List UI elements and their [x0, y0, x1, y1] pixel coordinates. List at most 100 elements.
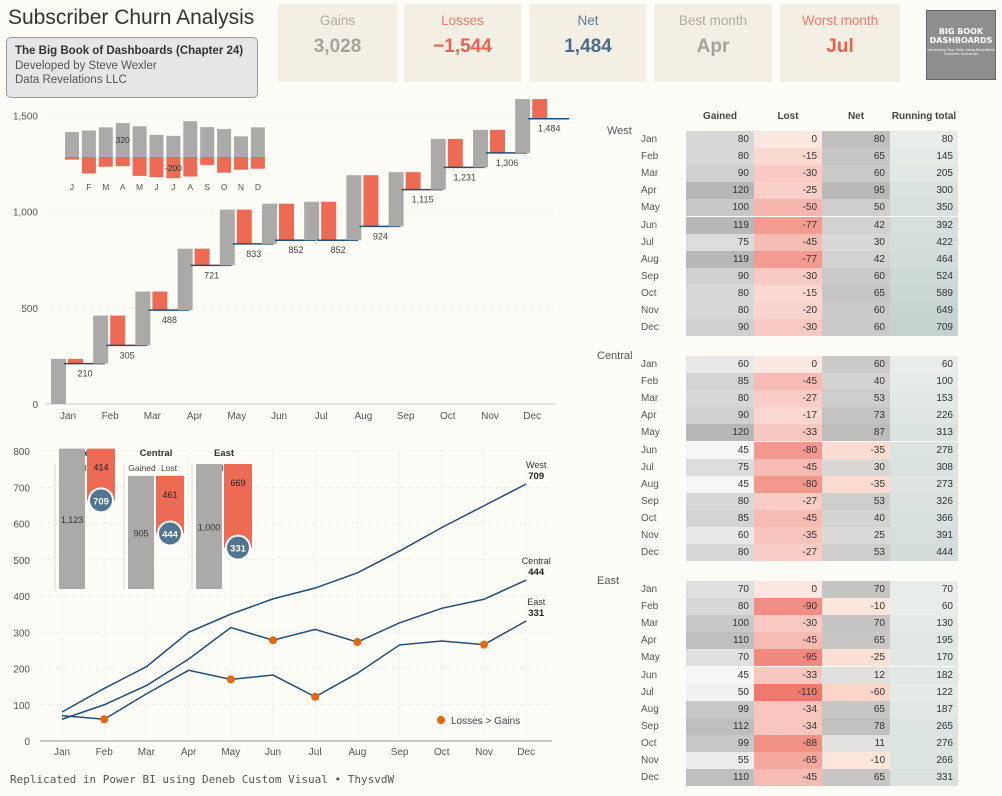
net-cell: 65 [822, 632, 890, 650]
running-total-cell: 391 [890, 527, 958, 545]
net-cell: 40 [822, 373, 890, 391]
running-total-line-chart: 0 100 200 300 400 500 600 700 800 Jan Feb Mar Apr May… [13, 447, 552, 758]
y-tick-label: 600 [13, 520, 30, 531]
x-tick-label: Jun [265, 747, 281, 758]
summary-region-name: Central [140, 448, 173, 459]
inset-tick-label: F [86, 182, 91, 192]
table-month-label: Feb [641, 601, 659, 613]
running-total-label: 305 [120, 350, 135, 360]
net-cell: 80 [822, 131, 890, 149]
table-month-label: Aug [641, 703, 659, 715]
x-tick-label: Jun [271, 411, 287, 422]
gained-cell: 90 [686, 267, 754, 285]
running-total-cell: 226 [890, 407, 958, 425]
gain-bar [346, 175, 362, 241]
inset-gain-bar [234, 136, 248, 157]
column-header: Lost [777, 111, 799, 122]
table-month-label: Mar [641, 393, 659, 405]
running-total-cell: 130 [890, 615, 958, 633]
table-month-label: Feb [641, 376, 659, 388]
inset-tick-label: J [154, 182, 158, 192]
net-cell: 53 [822, 390, 890, 408]
inset-gain-bar [250, 127, 265, 157]
y-tick-label: 1,000 [13, 208, 38, 219]
dashboard-title: Subscriber Churn Analysis [8, 6, 255, 29]
gain-bar [219, 209, 235, 266]
running-total-label: 210 [77, 369, 92, 379]
running-total-cell: 70 [890, 581, 958, 599]
kpi-gains-value: 3,028 [313, 36, 362, 57]
table-month-label: Oct [641, 512, 657, 524]
loss-bar [321, 201, 337, 241]
lost-cell: -80 [754, 441, 822, 459]
logo-line2: DASHBOARDS [929, 36, 993, 45]
book-title: The Big Book of Dashboards (Chapter 24) [15, 45, 244, 57]
lost-cell: -25 [754, 182, 822, 200]
lost-cell: -45 [754, 458, 822, 476]
table-month-label: Mar [641, 618, 659, 630]
net-cell: 60 [822, 267, 890, 285]
y-tick-label: 500 [13, 556, 30, 567]
gained-cell: 80 [686, 598, 754, 616]
running-total-cell: 266 [890, 752, 958, 770]
gained-cell: 120 [686, 182, 754, 200]
gained-cell: 90 [686, 165, 754, 183]
loss-exceeds-gain-dot [311, 692, 320, 701]
net-cell: 95 [822, 182, 890, 200]
summary-gained-label: 1,123 [61, 515, 84, 525]
x-tick-label: Sep [391, 747, 409, 758]
logo-line1: BIG BOOK [938, 27, 984, 36]
net-cell: 70 [822, 581, 890, 599]
net-cell: 73 [822, 407, 890, 425]
inset-tick-label: M [102, 182, 109, 192]
running-total-cell: 100 [890, 373, 958, 391]
series-name-label: West [526, 460, 547, 470]
running-total-label: 852 [331, 245, 346, 255]
loss-bar [490, 129, 505, 153]
y-tick-label: 700 [13, 483, 30, 494]
table-month-label: Jun [641, 444, 658, 456]
loss-bar [447, 138, 463, 168]
lost-cell: -30 [754, 165, 822, 183]
column-header: Running total [891, 111, 957, 122]
y-tick-label: 800 [13, 447, 30, 458]
inset-loss-bar [183, 157, 198, 177]
running-total-cell: 308 [890, 458, 958, 476]
x-tick-label: Jul [309, 747, 322, 758]
inset-loss-bar [149, 157, 164, 178]
lost-cell: -34 [754, 717, 822, 735]
gain-bar [304, 201, 320, 241]
gained-cell: 75 [686, 458, 754, 476]
series-line-central [61, 579, 527, 720]
running-total-label: 852 [288, 245, 303, 255]
table-month-label: Apr [641, 635, 657, 647]
running-total-cell: 444 [890, 544, 958, 562]
lost-cell: -17 [754, 407, 822, 425]
lost-cell: -33 [754, 424, 822, 442]
gain-bar [177, 248, 193, 311]
gained-cell: 120 [686, 424, 754, 442]
gained-cell: 119 [686, 250, 754, 268]
gained-cell: 60 [686, 527, 754, 545]
table-region-label: West [607, 125, 632, 137]
inset-tick-label: J [171, 182, 175, 192]
x-tick-label: Mar [138, 747, 156, 758]
x-tick-label: Feb [96, 747, 114, 758]
net-cell: 30 [822, 458, 890, 476]
loss-bar [532, 99, 548, 119]
net-cell: 25 [822, 527, 890, 545]
lost-cell: -20 [754, 302, 822, 320]
table-month-label: Apr [641, 410, 657, 422]
inset-gain-bar [200, 127, 215, 157]
kpi-losses: Losses −1,544 [404, 4, 521, 82]
net-cell: 87 [822, 424, 890, 442]
net-cell: 60 [822, 165, 890, 183]
loss-bar [363, 175, 379, 227]
table-month-label: Nov [641, 530, 659, 541]
running-total-cell: 331 [890, 769, 958, 787]
inset-tick-label: N [238, 182, 244, 192]
lost-cell: -45 [754, 233, 822, 251]
net-cell: 65 [822, 284, 890, 302]
net-cell: 40 [822, 509, 890, 527]
table-month-label: Jun [641, 219, 658, 231]
